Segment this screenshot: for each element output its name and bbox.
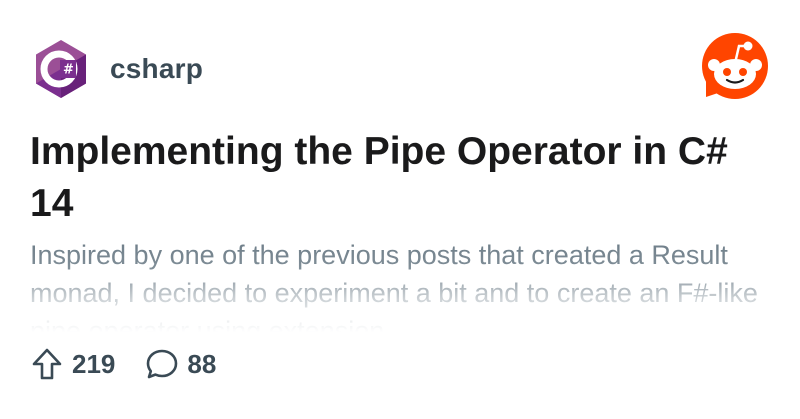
post-body-preview: Inspired by one of the previous posts th… — [30, 240, 758, 332]
reddit-logo-icon[interactable] — [700, 31, 770, 101]
subreddit-name[interactable]: csharp — [110, 53, 203, 85]
post-title[interactable]: Implementing the Pipe Operator in C# 14 — [30, 126, 770, 230]
comment-count: 88 — [187, 348, 217, 379]
upvote-arrow-icon — [32, 348, 62, 380]
post-stats: 219 88 — [30, 343, 246, 385]
comment-bubble-icon — [147, 349, 178, 379]
post-header: # csharp — [30, 33, 770, 100]
svg-text:#: # — [63, 63, 74, 78]
csharp-logo-icon[interactable]: # — [30, 38, 92, 100]
upvote-count: 219 — [72, 348, 116, 379]
comments-button[interactable]: 88 — [145, 347, 216, 381]
upvote-button[interactable]: 219 — [30, 347, 115, 381]
